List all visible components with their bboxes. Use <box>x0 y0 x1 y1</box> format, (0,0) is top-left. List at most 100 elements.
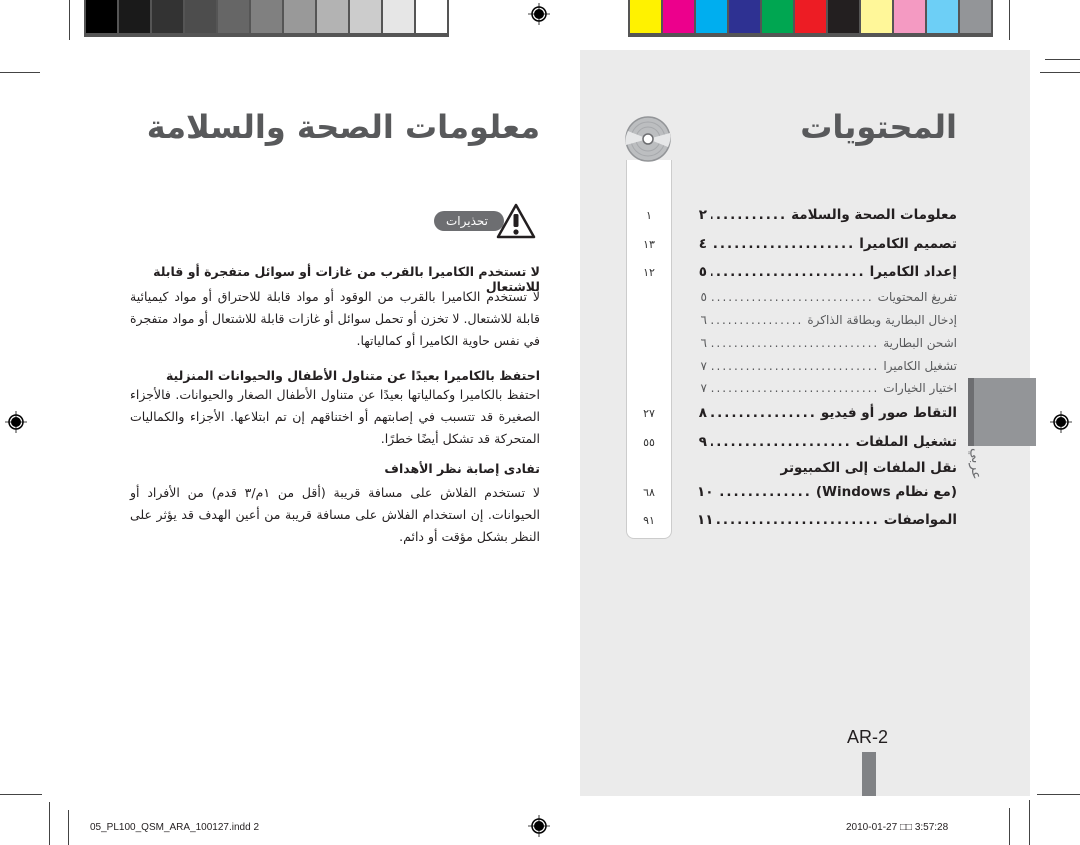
toc-entry-label: التقاط صور أو فيديو <box>820 405 957 421</box>
toc-entry-label: (مع نظام Windows) <box>815 484 957 500</box>
toc-leader-dots: ........................................… <box>711 207 788 223</box>
toc-entry-label: اختيار الخيارات <box>883 381 957 395</box>
crop-mark <box>1009 0 1010 40</box>
toc-entry-page: ٥ <box>700 290 707 304</box>
toc-entry[interactable]: المواصفات...............................… <box>697 512 957 528</box>
toc-section-start-page: ٢٧ <box>643 407 655 420</box>
process-color-swatch <box>861 0 892 33</box>
grayscale-swatch <box>152 0 183 33</box>
page-number: AR-2 <box>847 727 889 747</box>
contents-title: المحتويات <box>800 108 957 146</box>
toc-entry-label: اشحن البطارية <box>883 336 957 350</box>
toc-leader-dots: ........................................… <box>711 434 852 450</box>
toc-entry[interactable]: إدخال البطارية وبطاقة الذاكرة...........… <box>697 313 957 327</box>
toc-entry-page: ٧ <box>700 381 707 395</box>
section-heading: تفادى إصابة نظر الأهداف <box>384 461 540 476</box>
print-slug-file: 05_PL100_QSM_ARA_100127.indd 2 <box>90 822 260 833</box>
section-body: لا تستخدم الكاميرا بالقرب من الوقود أو م… <box>130 289 540 348</box>
cd-disc-icon <box>625 116 671 162</box>
toc-entry[interactable]: معلومات الصحة والسلامة..................… <box>697 207 957 223</box>
print-slug-date: 2010-01-27 □□ 3:57:28 <box>846 822 948 833</box>
process-color-swatch <box>729 0 760 33</box>
crop-mark <box>1037 794 1080 795</box>
page-edge-tab <box>862 752 876 796</box>
crop-mark <box>0 794 42 795</box>
toc-section-start-page: ٥٥ <box>643 436 655 449</box>
warning-badge: تحذيرات <box>434 203 536 239</box>
toc-entry-page: ١٠ <box>697 484 714 500</box>
toc-entry[interactable]: (مع نظام Windows).......................… <box>697 484 957 500</box>
process-color-bar <box>628 0 993 37</box>
toc-entry-page: ٦ <box>700 313 707 327</box>
grayscale-swatch <box>119 0 150 33</box>
slug-date: 2010-01-27 <box>846 822 898 833</box>
registration-mark-icon <box>528 3 550 25</box>
toc-entry[interactable]: نقل الملفات إلى الكمبيوتر <box>697 460 957 476</box>
toc-entry-page: ٤ <box>698 236 707 252</box>
toc-entry-label: معلومات الصحة والسلامة <box>791 207 957 223</box>
toc-entry[interactable]: تشغيل الملفات...........................… <box>697 434 957 450</box>
toc-leader-dots: ........................................… <box>711 359 880 373</box>
process-color-swatch <box>663 0 694 33</box>
grayscale-swatch <box>218 0 249 33</box>
grayscale-swatch <box>416 0 447 33</box>
registration-mark-icon <box>5 411 27 433</box>
process-color-swatch <box>795 0 826 33</box>
toc-entry-page: ٦ <box>700 336 707 350</box>
grayscale-swatch <box>86 0 117 33</box>
grayscale-swatch <box>350 0 381 33</box>
grayscale-color-bar <box>84 0 449 37</box>
grayscale-swatch <box>284 0 315 33</box>
left-page-title: معلومات الصحة والسلامة <box>146 108 540 146</box>
crop-mark <box>1029 800 1030 845</box>
slug-time: 3:57:28 <box>914 822 949 833</box>
toc-entry-page: ٨ <box>698 405 707 421</box>
crop-mark <box>1040 72 1080 73</box>
toc-leader-dots: ........................................… <box>711 336 880 350</box>
toc-leader-dots: ........................................… <box>711 313 804 327</box>
toc-entry-label: تفريغ المحتويات <box>877 290 957 304</box>
process-color-swatch <box>696 0 727 33</box>
grayscale-swatch <box>317 0 348 33</box>
toc-entry[interactable]: تفريغ المحتويات.........................… <box>697 290 957 304</box>
toc-entry-label: المواصفات <box>883 512 957 528</box>
process-color-swatch <box>894 0 925 33</box>
process-color-swatch <box>630 0 661 33</box>
toc-entry-label: إعداد الكاميرا <box>869 264 957 280</box>
toc-section-start-page: ١ <box>646 209 652 222</box>
toc-entry[interactable]: اشحن البطارية...........................… <box>697 336 957 350</box>
section-body: احتفظ بالكاميرا وكمالياتها بعيدًا عن متن… <box>130 387 540 446</box>
section-body: لا تستخدم الفلاش على مسافة قريبة (أقل من… <box>130 485 541 544</box>
process-color-swatch <box>927 0 958 33</box>
toc-leader-dots: ........................................… <box>711 264 866 280</box>
crop-mark <box>68 810 69 845</box>
grayscale-swatch <box>251 0 282 33</box>
toc-entry-page: ٩ <box>698 434 707 450</box>
toc-leader-dots: ........................................… <box>717 512 880 528</box>
grayscale-swatch <box>383 0 414 33</box>
toc-section-start-page: ٦٨ <box>643 486 655 499</box>
toc-entry[interactable]: تشغيل الكاميرا..........................… <box>697 359 957 373</box>
process-color-swatch <box>828 0 859 33</box>
toc-entry[interactable]: تصميم الكاميرا..........................… <box>697 236 957 252</box>
toc-leader-dots: ........................................… <box>711 236 856 252</box>
toc-entry-page: ١١ <box>697 512 714 528</box>
slug-time-glyphs: □□ <box>899 822 913 833</box>
toc-entry[interactable]: إعداد الكاميرا..........................… <box>697 264 957 280</box>
toc-leader-dots: ........................................… <box>711 405 817 421</box>
toc-entry-label: تصميم الكاميرا <box>859 236 957 252</box>
toc-leader-dots: ........................................… <box>711 290 874 304</box>
toc-entry-page: ٥ <box>698 264 707 280</box>
toc-entry-label: إدخال البطارية وبطاقة الذاكرة <box>807 313 957 327</box>
toc-entry[interactable]: التقاط صور أو فيديو.....................… <box>697 405 957 421</box>
toc-entry-page: ٢ <box>698 207 707 223</box>
registration-mark-icon <box>528 815 550 837</box>
toc-section-start-page: ٩١ <box>643 514 655 527</box>
toc-section-start-page: ١٢ <box>643 266 655 279</box>
crop-mark <box>69 0 70 40</box>
toc-entry-label: نقل الملفات إلى الكمبيوتر <box>780 460 957 476</box>
registration-mark-icon <box>1050 411 1072 433</box>
toc-entry[interactable]: اختيار الخيارات.........................… <box>697 381 957 395</box>
process-color-swatch <box>762 0 793 33</box>
language-tab-label: عربي <box>968 448 984 480</box>
